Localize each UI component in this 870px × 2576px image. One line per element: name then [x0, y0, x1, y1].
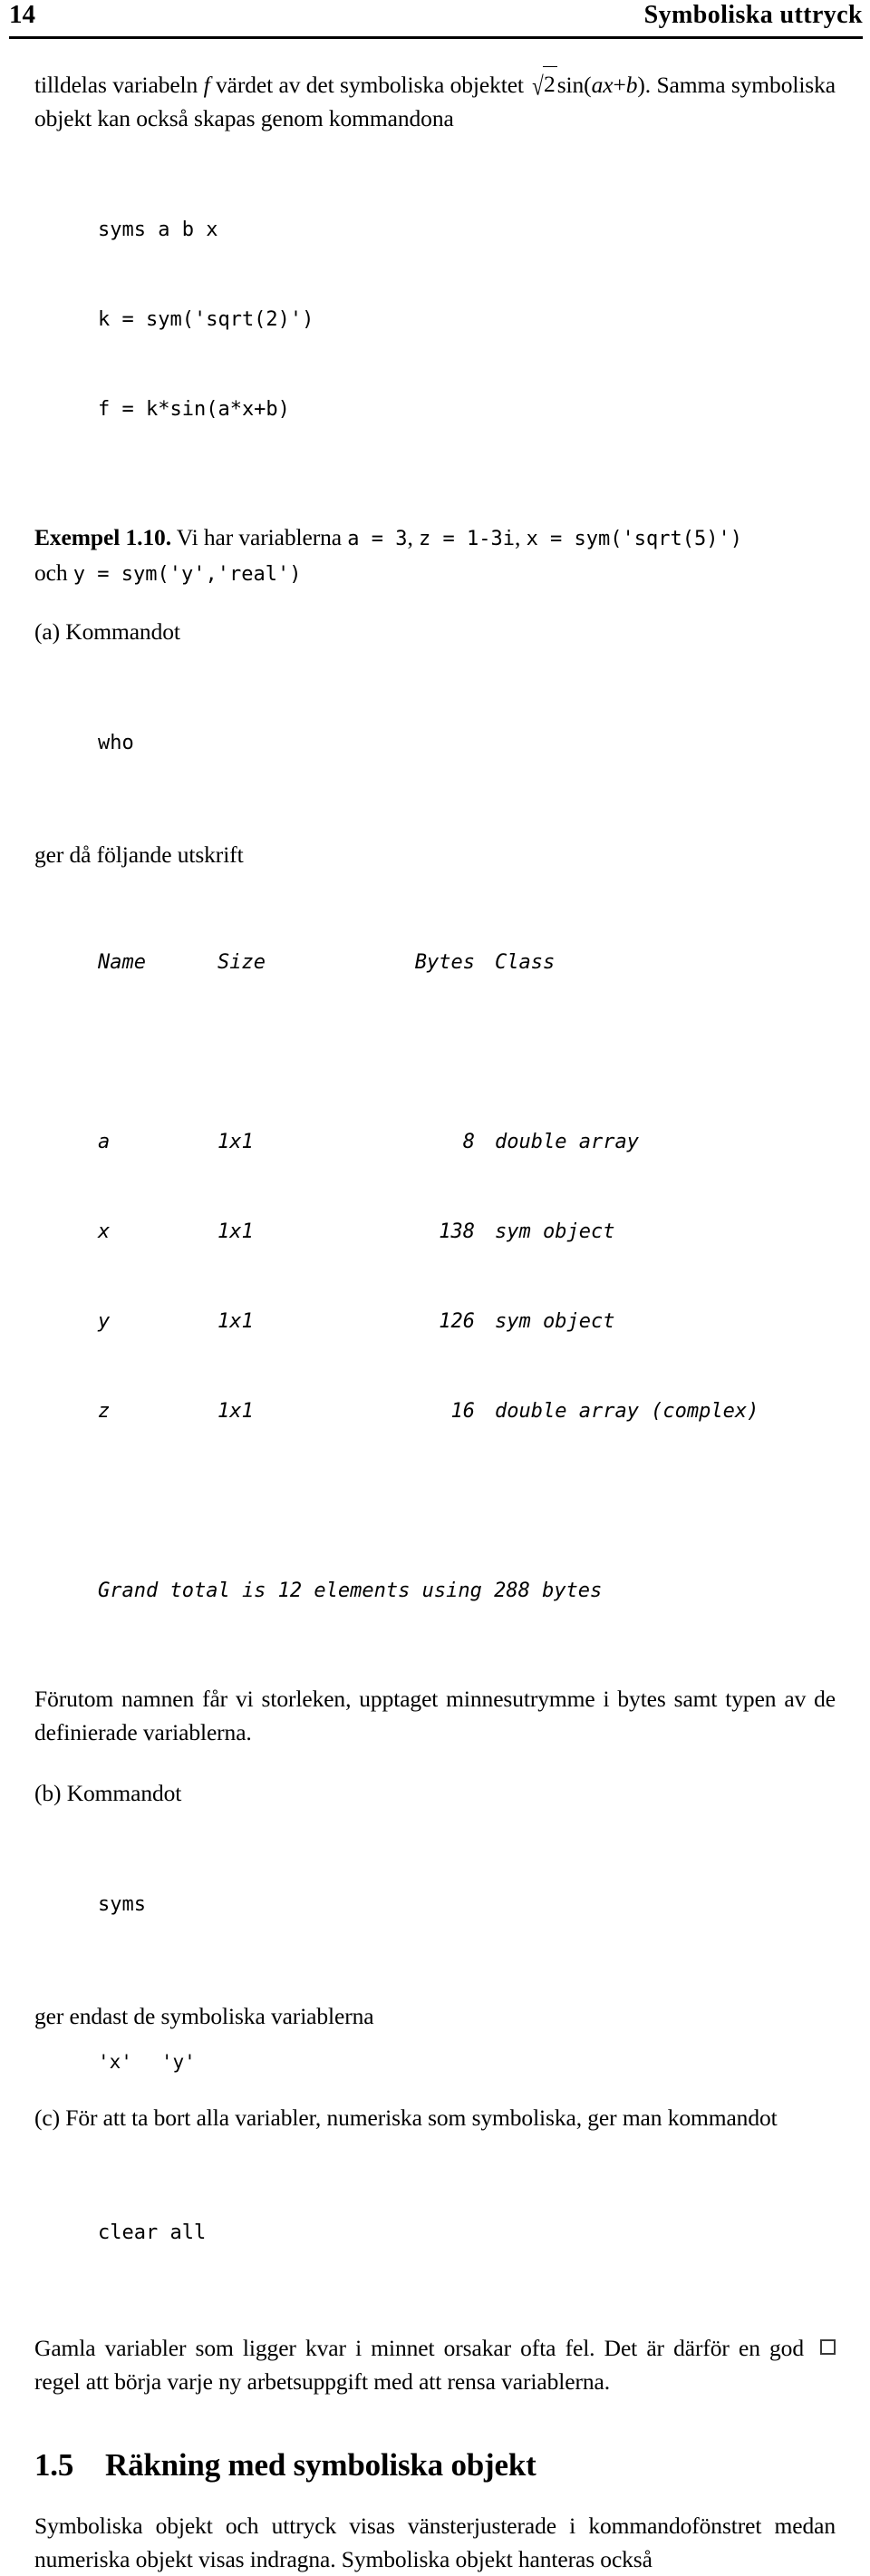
intro-before-math: tilldelas variabeln	[34, 72, 204, 98]
table-row: z 1x1 16 double array (complex)	[98, 1396, 836, 1426]
cell-bytes: 8	[462, 1131, 475, 1153]
cell-name: a	[98, 1131, 111, 1153]
cell-size: 1x1	[218, 1310, 254, 1333]
symbolic-variable-list: 'x' 'y'	[98, 2047, 836, 2077]
qed-box-icon	[820, 2339, 836, 2355]
math-plus: +	[613, 72, 626, 98]
math-var-x: x	[603, 72, 614, 98]
chapter-title: Symboliska uttryck	[643, 1, 863, 29]
example-lead-text: Vi har variablerna	[170, 524, 348, 550]
cell-class: double array	[495, 1131, 639, 1153]
example-line2-prefix: och	[34, 559, 73, 586]
column-header-size: Size	[218, 951, 266, 974]
part-a-explanation: Förutom namnen får vi storleken, upptage…	[34, 1686, 836, 1745]
math-close-paren: )	[637, 72, 645, 98]
code-block-syms-b: syms	[98, 1830, 836, 1979]
cell-name: z	[98, 1400, 111, 1423]
intro-middle: värdet av det symboliska objektet	[209, 72, 530, 98]
section-paragraph: Symboliska objekt och uttryck visas väns…	[34, 2513, 836, 2572]
cell-bytes: 16	[450, 1400, 476, 1423]
example-code-a: a = 3	[347, 528, 408, 550]
code-line: syms	[98, 1893, 146, 1916]
column-header-bytes: Bytes	[414, 951, 475, 974]
part-a-after-text: ger då följande utskrift	[34, 841, 244, 868]
code-line: k = sym('sqrt(2)')	[98, 308, 314, 331]
section-heading: 1.5 Räkning med symboliska objekt	[34, 2445, 836, 2485]
cell-name: x	[98, 1220, 111, 1243]
math-sqrt-two: √2	[529, 66, 557, 102]
example-lead-line2: och y = sym('y','real')	[34, 556, 836, 591]
symbol-y: 'y'	[160, 2051, 196, 2073]
math-var-a: a	[591, 72, 604, 98]
cell-class: sym object	[495, 1220, 615, 1243]
cell-class: sym object	[495, 1310, 615, 1333]
code-block-who: who	[98, 668, 836, 818]
column-header-name: Name	[98, 951, 146, 974]
symbol-x: 'x'	[98, 2051, 132, 2073]
code-line: syms a b x	[98, 219, 218, 241]
code-block-clear-all: clear all	[98, 2158, 836, 2308]
table-header-row: Name Size Bytes Class	[98, 948, 836, 977]
code-line-text: f = k*sin(a*x+b)	[98, 398, 290, 421]
part-c-closing: Gamla variabler som ligger kvar i minnet…	[34, 2335, 804, 2395]
example-code-x: x = sym('sqrt(5)')	[526, 528, 742, 550]
math-var-b: b	[625, 72, 638, 98]
section-number: 1.5	[34, 2447, 74, 2483]
cell-size: 1x1	[218, 1131, 254, 1153]
example-label: Exempel 1.10.	[34, 524, 171, 550]
radicand: 2	[543, 66, 557, 101]
cell-bytes: 126	[439, 1310, 475, 1333]
column-header-class: Class	[495, 951, 556, 974]
table-row: x 1x1 138 sym object	[98, 1217, 836, 1247]
cell-class: double array (complex)	[495, 1400, 759, 1423]
example-code-z: z = 1-3i	[419, 528, 515, 550]
part-c-label: (c) För att ta bort alla variabler, nume…	[34, 2105, 778, 2131]
section-title: Räkning med symboliska objekt	[105, 2447, 536, 2483]
part-a-label: (a) Kommandot	[34, 618, 180, 645]
example-code-y: y = sym('y','real')	[72, 563, 302, 586]
page-body: tilldelas variabeln f värdet av det symb…	[34, 66, 836, 2576]
part-b-after-text: ger endast de symboliska variablerna	[34, 2003, 374, 2029]
example-lead: Exempel 1.10. Vi har variablerna a = 3, …	[34, 520, 836, 556]
cell-size: 1x1	[218, 1220, 254, 1243]
document-page: 14 Symboliska uttryck tilldelas variabel…	[0, 0, 870, 2572]
table-row: a 1x1 8 double array	[98, 1127, 836, 1157]
intro-paragraph: tilldelas variabeln f värdet av det symb…	[34, 66, 836, 135]
code-line: clear all	[98, 2221, 207, 2244]
cell-size: 1x1	[218, 1400, 254, 1423]
example-sep-2: ,	[515, 524, 527, 550]
code-line-with-qed: f = k*sin(a*x+b)	[98, 394, 836, 424]
code-line: who	[98, 732, 134, 754]
table-row: y 1x1 126 sym object	[98, 1307, 836, 1337]
header-rule	[9, 36, 863, 39]
code-block-syms: syms a b x k = sym('sqrt(2)') f = k*sin(…	[98, 155, 836, 484]
math-var-f: f	[203, 72, 210, 98]
running-head: 14 Symboliska uttryck	[9, 2, 863, 34]
part-b-label: (b) Kommandot	[34, 1780, 182, 1806]
math-sin: sin	[556, 72, 585, 98]
who-output-table: Name Size Bytes Class a 1x1 8 double array x 1x…	[98, 888, 836, 1666]
grand-total-line: Grand total is 12 elements using 288 byt…	[98, 1580, 603, 1602]
page-number: 14	[9, 0, 35, 29]
cell-name: y	[98, 1310, 111, 1333]
example-sep-1: ,	[407, 524, 420, 550]
cell-bytes: 138	[439, 1220, 475, 1243]
part-c-closing-wrap: Gamla variabler som ligger kvar i minnet…	[34, 2331, 836, 2398]
math-open-paren: (	[584, 72, 592, 98]
